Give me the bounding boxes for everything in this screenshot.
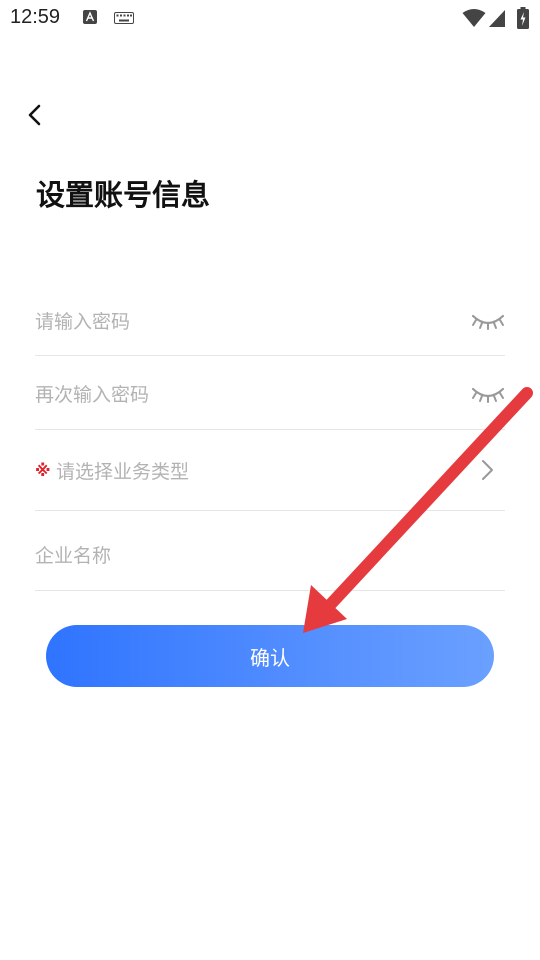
signal-icon [489,10,505,27]
business-type-placeholder: 请选择业务类型 [56,461,190,483]
a-icon [83,10,97,24]
password-placeholder: 请输入密码 [35,311,131,333]
chevron-right-icon [482,460,493,480]
password-field[interactable]: 请输入密码 [35,290,505,356]
company-name-placeholder: 企业名称 [35,545,112,567]
status-time: 12:59 [10,6,61,28]
required-mark: ※ [35,461,51,480]
chevron-left-icon [28,104,41,126]
confirm-password-field[interactable]: 再次输入密码 [35,355,505,430]
wifi-icon [462,9,486,27]
confirm-button[interactable]: 确认 [46,625,494,687]
back-button[interactable] [22,100,50,130]
status-bar: 12:59 [0,0,540,36]
page-title: 设置账号信息 [36,178,211,212]
eye-closed-icon[interactable] [471,385,505,405]
business-type-select[interactable]: ※ 请选择业务类型 [35,429,505,511]
company-name-field[interactable]: 企业名称 [35,510,505,591]
confirm-password-placeholder: 再次输入密码 [35,384,150,406]
keyboard-icon [114,12,134,24]
confirm-button-label: 确认 [250,645,290,670]
eye-closed-icon[interactable] [471,312,505,332]
battery-icon [517,7,529,29]
